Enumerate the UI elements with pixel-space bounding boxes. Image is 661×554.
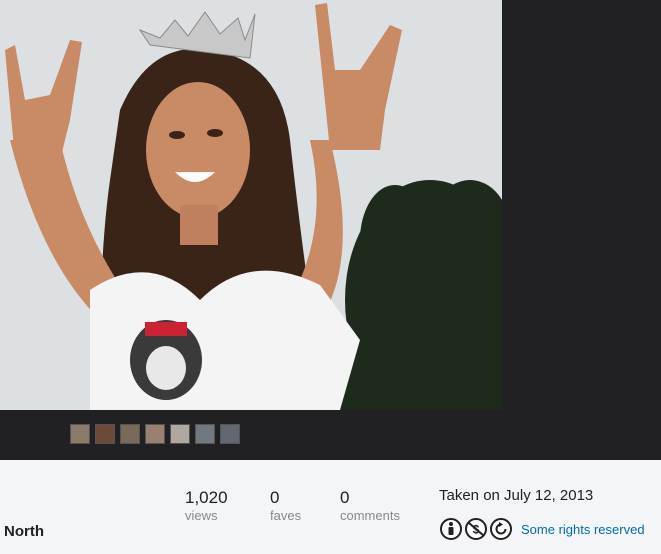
thumbnail[interactable] bbox=[120, 424, 140, 444]
sharealike-icon[interactable] bbox=[490, 518, 512, 540]
comments-stat: 0 comments bbox=[340, 488, 400, 524]
faves-count: 0 bbox=[270, 488, 280, 507]
thumbnail[interactable] bbox=[145, 424, 165, 444]
faves-stat: 0 faves bbox=[270, 488, 301, 524]
license-info: $ Some rights reserved bbox=[440, 517, 645, 541]
faves-label: faves bbox=[270, 508, 302, 523]
photo-viewer bbox=[0, 0, 661, 460]
thumbnail[interactable] bbox=[95, 424, 115, 444]
comments-label: comments bbox=[340, 508, 400, 523]
views-stat: 1,020 views bbox=[185, 488, 228, 524]
taken-date: Taken on July 12, 2013 bbox=[439, 487, 594, 504]
thumbnail[interactable] bbox=[70, 424, 90, 444]
views-label: views bbox=[185, 508, 218, 523]
author-name[interactable]: North bbox=[4, 523, 44, 540]
thumbnail[interactable] bbox=[220, 424, 240, 444]
attribution-icon[interactable] bbox=[440, 518, 462, 540]
thumbnail[interactable] bbox=[170, 424, 190, 444]
photo-info-bar: North 1,020 views 0 faves 0 comments Tak… bbox=[0, 460, 661, 554]
views-count: 1,020 bbox=[185, 488, 228, 507]
thumbnail[interactable] bbox=[195, 424, 215, 444]
filmstrip bbox=[0, 410, 502, 460]
main-photo[interactable] bbox=[0, 0, 502, 410]
noncommercial-icon[interactable]: $ bbox=[465, 518, 487, 540]
some-rights-reserved-link[interactable]: Some rights reserved bbox=[521, 522, 645, 537]
comments-count: 0 bbox=[340, 488, 350, 507]
